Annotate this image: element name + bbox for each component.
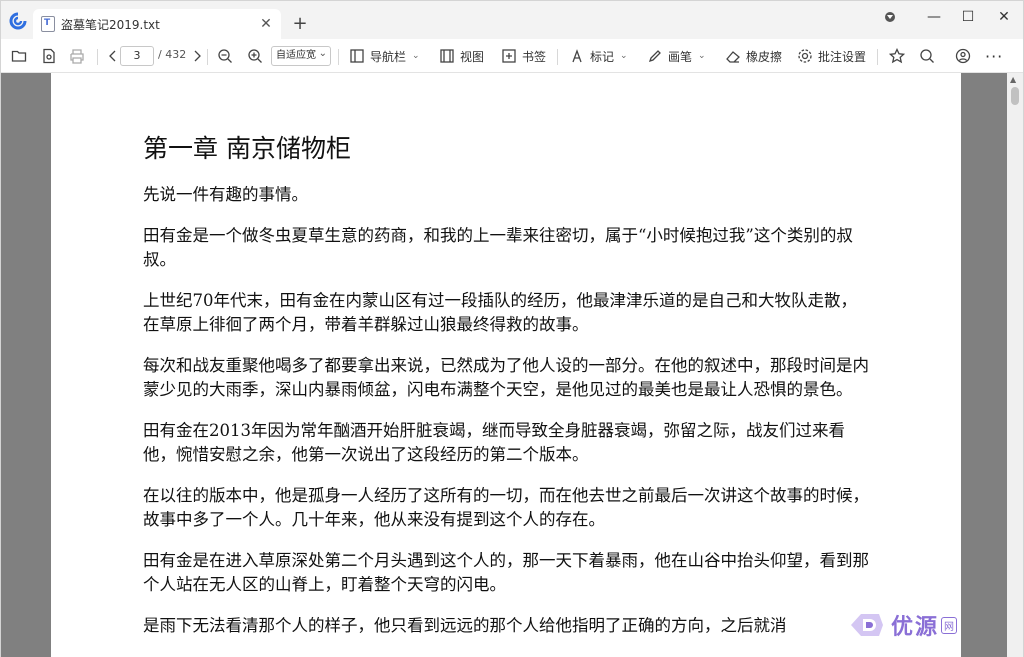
bookmark-button[interactable]: 书签 bbox=[497, 43, 550, 69]
annotation-settings-button[interactable]: 批注设置 bbox=[793, 43, 870, 69]
folder-icon bbox=[11, 50, 27, 62]
title-bar: 盗墓笔记2019.txt ✕ + — ☐ ✕ bbox=[1, 1, 1023, 39]
toolbar: 3 / 432 自适应宽 导航栏 ⌄ 视图 书签 标记 bbox=[1, 39, 1023, 73]
scroll-up-icon[interactable]: ▲ bbox=[1010, 75, 1016, 84]
sidebar-icon bbox=[350, 49, 364, 63]
eraser-label: 橡皮擦 bbox=[746, 49, 783, 64]
document-body: 先说一件有趣的事情。 田有金是一个做冬虫夏草生意的药商，和我的上一辈来往密切，属… bbox=[143, 183, 871, 655]
paragraph: 先说一件有趣的事情。 bbox=[143, 185, 308, 204]
page-total: / 432 bbox=[158, 48, 187, 61]
chevron-left-icon bbox=[109, 50, 116, 62]
save-button[interactable] bbox=[37, 43, 61, 69]
paragraph: 田有金是在进入草原深处第二个月头遇到这个人的，那一天下着暴雨，他在山谷中抬头仰望… bbox=[143, 551, 869, 594]
user-icon bbox=[955, 48, 971, 64]
zoom-out-icon bbox=[218, 49, 232, 63]
gear-icon bbox=[798, 49, 812, 63]
mark-label: 标记 bbox=[590, 49, 615, 64]
highlight-icon bbox=[572, 49, 582, 63]
save-file-icon bbox=[43, 48, 55, 64]
view-button[interactable]: 视图 bbox=[435, 43, 488, 69]
pen-button[interactable]: 画笔 ⌄ bbox=[643, 43, 710, 69]
star-icon bbox=[889, 48, 905, 64]
watermark-text: 优源 bbox=[891, 615, 940, 640]
bookmark-label: 书签 bbox=[522, 49, 547, 64]
search-button[interactable] bbox=[915, 43, 939, 69]
close-tab-icon[interactable]: ✕ bbox=[255, 13, 277, 35]
favorite-button[interactable] bbox=[885, 43, 909, 69]
pen-icon bbox=[648, 50, 661, 63]
paragraph: 在以往的版本中，他是孤身一人经历了这所有的一切，而在他去世之前最后一次讲这个故事… bbox=[143, 486, 869, 529]
navigation-label: 导航栏 bbox=[370, 49, 407, 64]
document-tab[interactable]: 盗墓笔记2019.txt ✕ bbox=[33, 9, 281, 39]
new-tab-button[interactable]: + bbox=[289, 14, 311, 36]
paragraph: 田有金是一个做冬虫夏草生意的药商，和我的上一辈来往密切，属于“小时候抱过我”这个… bbox=[143, 226, 853, 269]
paragraph: 上世纪70年代末，田有金在内蒙山区有过一段插队的经历，他最津津乐道的是自己和大牧… bbox=[143, 291, 857, 334]
scroll-thumb[interactable] bbox=[1011, 87, 1019, 105]
print-button[interactable] bbox=[65, 43, 89, 69]
navigation-panel-button[interactable]: 导航栏 ⌄ bbox=[345, 43, 424, 69]
paragraph: 是雨下无法看清那个人的样子，他只看到远远的那个人给他指明了正确的方向，之后就消 bbox=[143, 616, 787, 635]
view-icon bbox=[440, 49, 454, 63]
eraser-icon bbox=[726, 51, 740, 63]
document-viewer[interactable]: 第一章 南京储物柜 先说一件有趣的事情。 田有金是一个做冬虫夏草生意的药商，和我… bbox=[1, 73, 1023, 657]
zoom-in-button[interactable] bbox=[243, 43, 267, 69]
watermark: 优源 网 bbox=[849, 605, 979, 645]
zoom-out-button[interactable] bbox=[213, 43, 237, 69]
minimize-button[interactable]: — bbox=[917, 5, 951, 29]
paragraph: 田有金在2013年因为常年酗酒开始肝脏衰竭，继而导致全身脏器衰竭，弥留之际，战友… bbox=[143, 421, 845, 464]
more-options-button[interactable]: ··· bbox=[981, 43, 1007, 69]
next-page-button[interactable] bbox=[185, 43, 209, 69]
maximize-button[interactable]: ☐ bbox=[951, 5, 985, 29]
text-file-icon bbox=[41, 16, 55, 32]
app-logo-icon bbox=[9, 12, 27, 30]
more-icon: ··· bbox=[985, 46, 1004, 66]
chevron-down-icon: ⌄ bbox=[620, 51, 628, 61]
search-icon bbox=[920, 49, 934, 63]
page-number-input[interactable]: 3 bbox=[120, 46, 154, 66]
chapter-title: 第一章 南京储物柜 bbox=[143, 134, 351, 163]
paragraph: 每次和战友重聚他喝多了都要拿出来说，已然成为了他人设的一部分。在他的叙述中，那段… bbox=[143, 356, 869, 399]
view-label: 视图 bbox=[460, 49, 485, 64]
tab-title: 盗墓笔记2019.txt bbox=[61, 17, 160, 32]
chevron-right-icon bbox=[194, 50, 201, 62]
menu-dropdown-icon[interactable] bbox=[873, 5, 907, 29]
close-window-button[interactable]: ✕ bbox=[987, 5, 1021, 29]
zoom-select[interactable]: 自适应宽 bbox=[271, 45, 331, 66]
chevron-down-icon: ⌄ bbox=[412, 51, 420, 61]
open-folder-button[interactable] bbox=[7, 43, 31, 69]
eraser-button[interactable]: 橡皮擦 bbox=[721, 43, 786, 69]
bookmark-icon bbox=[502, 49, 516, 63]
zoom-in-icon bbox=[248, 49, 262, 63]
vertical-scrollbar[interactable]: ▲ bbox=[1007, 73, 1023, 657]
watermark-logo-icon bbox=[851, 614, 883, 636]
document-page: 第一章 南京储物柜 先说一件有趣的事情。 田有金是一个做冬虫夏草生意的药商，和我… bbox=[51, 73, 961, 657]
printer-icon bbox=[70, 49, 84, 64]
watermark-net: 网 bbox=[941, 616, 958, 634]
mark-button[interactable]: 标记 ⌄ bbox=[565, 43, 632, 69]
app-window: 盗墓笔记2019.txt ✕ + — ☐ ✕ 3 / 432 bbox=[0, 0, 1024, 657]
account-button[interactable] bbox=[951, 43, 975, 69]
annotation-settings-label: 批注设置 bbox=[818, 49, 867, 64]
chevron-down-icon: ⌄ bbox=[698, 51, 706, 61]
pen-label: 画笔 bbox=[668, 49, 693, 64]
